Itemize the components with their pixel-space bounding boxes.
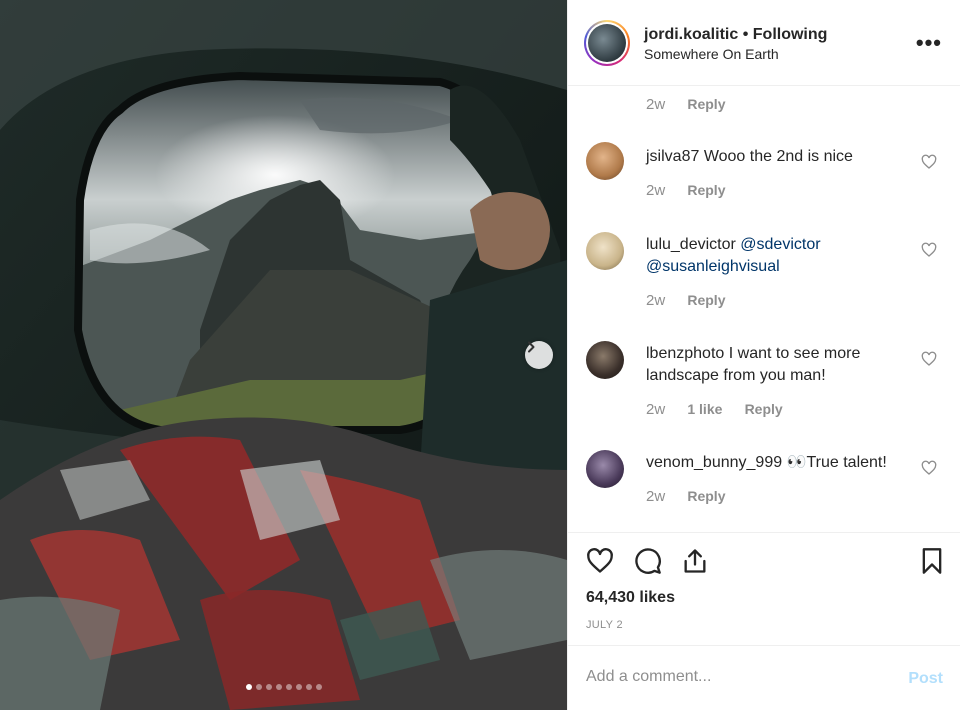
eyes-emoji: 👀 <box>786 454 807 471</box>
comment-age: 2w <box>646 401 666 418</box>
carousel-dot <box>265 684 272 690</box>
commenter-avatar[interactable] <box>586 142 624 180</box>
author-avatar[interactable] <box>584 20 630 66</box>
commenter-avatar[interactable] <box>586 232 624 270</box>
post-location[interactable]: Somewhere On Earth <box>644 46 779 62</box>
commenter-username[interactable]: lulu_devictor <box>646 236 736 253</box>
like-comment-heart-icon[interactable] <box>921 351 937 367</box>
tent-landscape-image <box>0 0 567 710</box>
comment-text: True talent! <box>806 454 887 471</box>
reply-button[interactable]: Reply <box>687 488 725 504</box>
post-photo[interactable] <box>0 0 567 710</box>
reply-button[interactable]: Reply <box>687 182 725 198</box>
commenter-avatar[interactable] <box>586 341 624 379</box>
carousel-dot <box>305 684 312 690</box>
post-header: jordi.koalitic • Following Somewhere On … <box>568 0 960 86</box>
like-comment-heart-icon[interactable] <box>921 154 937 170</box>
comment-age: 2w <box>646 96 666 113</box>
author-username[interactable]: jordi.koalitic <box>644 26 738 43</box>
carousel-dot <box>315 684 322 690</box>
comments-list: 2w Reply jsilva87 Wooo the 2nd is nice 2… <box>568 86 960 532</box>
post-date[interactable]: JULY 2 <box>586 619 623 631</box>
commenter-username[interactable]: venom_bunny_999 <box>646 454 782 471</box>
comment-meta: 2w Reply <box>646 292 725 309</box>
add-comment-bar: Post <box>568 645 960 710</box>
comment-age: 2w <box>646 292 666 309</box>
more-options-icon[interactable]: ••• <box>916 30 942 56</box>
comment-meta: 2w Reply <box>646 488 725 505</box>
comment-age: 2w <box>646 488 666 505</box>
reply-button[interactable]: Reply <box>745 401 783 417</box>
comment-text: Wooo the 2nd is nice <box>703 148 853 165</box>
comment-age: 2w <box>646 182 666 199</box>
follow-status-button[interactable]: Following <box>753 26 828 43</box>
bookmark-icon[interactable] <box>918 547 946 575</box>
header-separator: • <box>742 26 749 43</box>
comment-likes-count[interactable]: 1 like <box>687 401 722 417</box>
reply-button[interactable]: Reply <box>687 292 725 308</box>
like-comment-heart-icon[interactable] <box>921 460 937 476</box>
comment-bubble-icon[interactable] <box>634 547 662 575</box>
like-comment-heart-icon[interactable] <box>921 242 937 258</box>
post-actions: 64,430 likes JULY 2 <box>568 532 960 645</box>
carousel-dot <box>255 684 262 690</box>
post-details-panel: jordi.koalitic • Following Somewhere On … <box>567 0 960 710</box>
comment-meta: 2w 1 like Reply <box>646 401 783 418</box>
post-comment-button[interactable]: Post <box>908 670 943 688</box>
mention-link[interactable]: @sdevictor <box>740 236 820 253</box>
commenter-avatar[interactable] <box>586 450 624 488</box>
next-photo-button[interactable] <box>525 341 553 369</box>
commenter-username[interactable]: lbenzphoto <box>646 345 724 362</box>
comment-input[interactable] <box>586 668 886 686</box>
likes-count[interactable]: 64,430 likes <box>586 589 675 607</box>
carousel-dot <box>245 684 252 690</box>
carousel-dot <box>275 684 282 690</box>
carousel-dot <box>295 684 302 690</box>
comment-meta: 2w Reply <box>646 96 725 113</box>
carousel-indicator <box>0 684 567 690</box>
comment-meta: 2w Reply <box>646 182 725 199</box>
share-icon[interactable] <box>681 547 709 575</box>
carousel-dot <box>285 684 292 690</box>
reply-button[interactable]: Reply <box>687 96 725 112</box>
mention-link[interactable]: @susanleighvisual <box>646 258 780 275</box>
chevron-right-icon <box>528 341 535 353</box>
commenter-username[interactable]: jsilva87 <box>646 148 699 165</box>
like-heart-icon[interactable] <box>586 547 614 575</box>
